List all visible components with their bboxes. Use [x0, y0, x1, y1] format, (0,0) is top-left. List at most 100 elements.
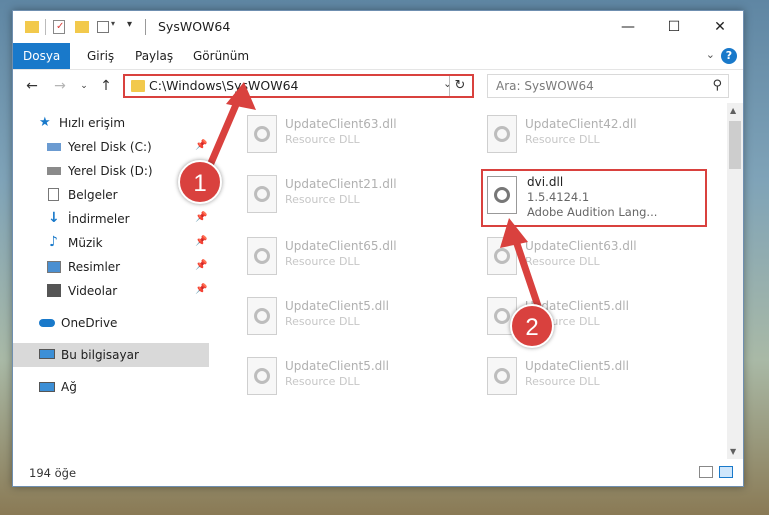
up-arrow-icon[interactable]: ↑: [97, 76, 115, 96]
dll-file-icon: [487, 237, 517, 275]
file-type: Resource DLL: [285, 315, 360, 328]
pin-icon[interactable]: 📌: [195, 236, 207, 247]
file-tile[interactable]: UpdateClient65.dll Resource DLL: [239, 231, 469, 283]
pin-icon[interactable]: 📌: [195, 140, 207, 151]
computer-icon: [39, 349, 55, 359]
dll-file-icon: [487, 357, 517, 395]
scrollbar-thumb[interactable]: [729, 121, 741, 169]
network-icon: [39, 382, 55, 392]
pictures-icon: [47, 261, 61, 273]
sidebar-item-downloads[interactable]: ↓ İndirmeler 📌: [13, 207, 209, 231]
expand-ribbon-icon[interactable]: ⌄: [706, 48, 715, 61]
search-input[interactable]: Ara: SysWOW64 ⚲: [487, 74, 729, 98]
file-type: Resource DLL: [525, 375, 600, 388]
file-description: Adobe Audition Lang...: [527, 205, 658, 219]
forward-arrow-icon[interactable]: →: [51, 76, 69, 96]
file-tile[interactable]: UpdateClient42.dll Resource DLL: [479, 109, 709, 161]
dll-file-icon: [247, 357, 277, 395]
file-tile-dvi-dll[interactable]: dvi.dll 1.5.4124.1 Adobe Audition Lang..…: [481, 169, 707, 227]
search-placeholder: Ara: SysWOW64: [496, 79, 594, 93]
pin-icon[interactable]: 📌: [195, 284, 207, 295]
navigation-pane: ★ Hızlı erişim Yerel Disk (C:) 📌 Yerel D…: [13, 103, 213, 459]
folder-icon: [25, 19, 39, 35]
address-bar[interactable]: C:\Windows\SysWOW64 ⌄ ↻: [123, 74, 474, 98]
file-type: Resource DLL: [285, 133, 360, 146]
recent-locations-icon[interactable]: ⌄: [75, 76, 93, 96]
folder-icon: [131, 80, 145, 92]
video-icon: [47, 284, 61, 297]
drive-icon: [47, 167, 61, 175]
dll-file-icon: [487, 176, 517, 214]
file-tile[interactable]: UpdateClient63.dll Resource DLL: [239, 109, 469, 161]
file-name: UpdateClient65.dll: [285, 239, 397, 253]
sidebar-item-onedrive[interactable]: OneDrive: [13, 311, 209, 335]
window-title: SysWOW64: [158, 19, 231, 34]
star-icon: ★: [39, 115, 51, 130]
file-version: 1.5.4124.1: [527, 190, 590, 204]
divider: [45, 19, 46, 35]
vertical-scrollbar[interactable]: ▲ ▼: [727, 103, 743, 459]
documents-icon: [48, 188, 59, 201]
file-name: UpdateClient63.dll: [285, 117, 397, 131]
scroll-up-icon[interactable]: ▲: [730, 106, 736, 115]
cloud-icon: [39, 319, 55, 327]
sidebar-item-network[interactable]: Ağ: [13, 375, 209, 399]
sidebar-item-label: Belgeler: [68, 188, 118, 202]
file-name: UpdateClient5.dll: [285, 299, 389, 313]
tab-gorunum[interactable]: Görünüm: [183, 43, 259, 69]
file-list: UpdateClient63.dll Resource DLL UpdateCl…: [217, 103, 725, 459]
sidebar-item-quick-access[interactable]: ★ Hızlı erişim: [13, 111, 209, 135]
sidebar-item-disk-c[interactable]: Yerel Disk (C:) 📌: [13, 135, 209, 159]
sidebar-item-label: OneDrive: [61, 316, 118, 330]
back-arrow-icon[interactable]: ←: [23, 76, 41, 96]
search-icon[interactable]: ⚲: [712, 78, 722, 93]
file-type: Resource DLL: [525, 133, 600, 146]
help-icon[interactable]: ?: [721, 48, 737, 64]
dll-file-icon: [247, 297, 277, 335]
file-tile[interactable]: UpdateClient21.dll Resource DLL: [239, 169, 469, 221]
quick-access-dropdown-icon[interactable]: ▾: [127, 19, 139, 35]
file-type: Resource DLL: [525, 255, 600, 268]
sidebar-item-this-pc[interactable]: Bu bilgisayar: [13, 343, 209, 367]
file-name: UpdateClient42.dll: [525, 117, 637, 131]
sidebar-item-label: Videolar: [68, 284, 118, 298]
sidebar-item-music[interactable]: ♪ Müzik 📌: [13, 231, 209, 255]
pin-icon[interactable]: 📌: [195, 212, 207, 223]
dll-file-icon: [247, 237, 277, 275]
customize-icon[interactable]: ▾: [97, 19, 119, 35]
file-tile[interactable]: UpdateClient5.dll Resource DLL: [239, 291, 469, 343]
scroll-down-icon[interactable]: ▼: [730, 447, 736, 456]
file-tile[interactable]: UpdateClient5.dll Resource DLL: [239, 351, 469, 403]
tiles-view-icon[interactable]: [719, 466, 733, 478]
file-tile[interactable]: UpdateClient63.dll Resource DLL: [479, 231, 709, 283]
close-button[interactable]: ✕: [697, 11, 743, 43]
ribbon: Dosya Giriş Paylaş Görünüm ⌄ ?: [13, 43, 743, 70]
pin-icon[interactable]: 📌: [195, 260, 207, 271]
file-type: Resource DLL: [285, 193, 360, 206]
sidebar-item-videos[interactable]: Videolar 📌: [13, 279, 209, 303]
music-icon: ♪: [49, 234, 58, 250]
dll-file-icon: [247, 175, 277, 213]
file-tile[interactable]: UpdateClient5.dll Resource DLL: [479, 351, 709, 403]
sidebar-item-label: Resimler: [68, 260, 121, 274]
refresh-icon[interactable]: ↻: [449, 76, 470, 96]
callout-badge-1: 1: [178, 160, 222, 204]
sidebar-item-pictures[interactable]: Resimler 📌: [13, 255, 209, 279]
maximize-button[interactable]: ☐: [651, 11, 697, 43]
file-name: UpdateClient63.dll: [525, 239, 637, 253]
callout-badge-2: 2: [510, 304, 554, 348]
sidebar-item-label: Bu bilgisayar: [61, 348, 139, 362]
sidebar-item-label: İndirmeler: [68, 212, 130, 226]
details-view-icon[interactable]: [699, 466, 713, 478]
item-count: 194 öğe: [29, 466, 77, 480]
navigation-bar: ← → ⌄ ↑ C:\Windows\SysWOW64 ⌄ ↻ Ara: Sys…: [13, 70, 743, 102]
tab-dosya[interactable]: Dosya: [13, 43, 71, 69]
address-path[interactable]: C:\Windows\SysWOW64: [149, 78, 298, 93]
file-type: Resource DLL: [285, 375, 360, 388]
properties-icon[interactable]: ✓: [53, 19, 67, 35]
new-folder-icon[interactable]: [75, 19, 89, 35]
minimize-button[interactable]: —: [605, 11, 651, 43]
tab-paylas[interactable]: Paylaş: [125, 43, 183, 69]
tab-giris[interactable]: Giriş: [77, 43, 124, 69]
dll-file-icon: [487, 115, 517, 153]
